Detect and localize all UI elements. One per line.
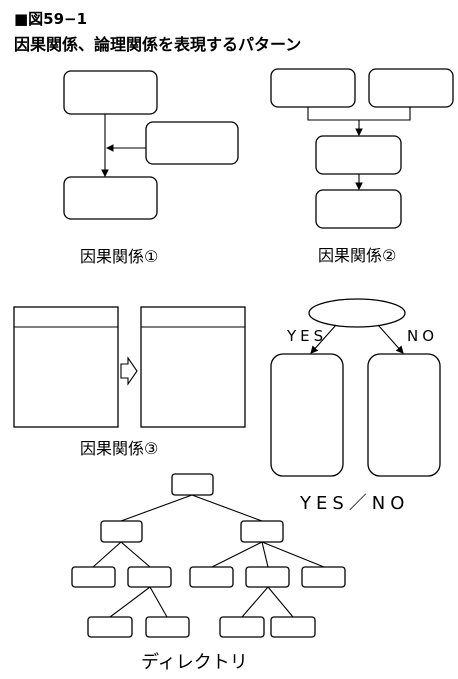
tree-root-node [171,473,214,496]
caption-cause-3: 因果関係③ [80,439,159,458]
yes-result-box [270,353,344,477]
cause2-right-box [368,68,454,108]
cause-relation-2-diagram [270,68,454,229]
yes-branch-label: YES [287,327,328,345]
tree-node [127,566,172,588]
tree-node [301,566,346,588]
caption-directory: ディレクトリ [141,652,248,673]
caption-cause-2: 因果関係② [318,246,397,265]
caption-yes-no: YES／NO [300,493,410,514]
cause3-right-panel [140,306,246,428]
cause1-top-box [63,70,158,115]
decision-ellipse [308,298,406,328]
tree-node [240,520,284,543]
tree-node [189,566,234,588]
cause2-merge-line [307,107,411,121]
no-branch-arrow [377,324,404,354]
cause2-bottom-box [315,189,402,229]
diagram-canvas [13,68,454,638]
no-result-box [367,353,441,477]
tree-edge [120,494,193,522]
tree-edge [120,541,151,568]
tree-edge [149,586,168,618]
tree-edge [191,494,263,522]
tree-edge [109,586,151,618]
cause-relation-3-diagram [13,306,246,428]
tree-node [100,520,143,543]
cause3-transition-arrow [120,356,138,386]
cause1-side-box [145,121,239,165]
tree-node [219,616,265,638]
tree-node [87,616,133,638]
tree-edge [261,541,269,568]
tree-node [71,566,116,588]
cause2-left-box [270,68,356,108]
cause1-bottom-box [63,176,158,220]
cause2-middle-box [315,135,402,175]
tree-edge [267,586,294,618]
caption-cause-1: 因果関係① [80,247,159,266]
tree-node [145,616,190,638]
tree-edge [92,541,122,568]
tree-edge [241,586,269,618]
tree-node [270,616,316,638]
cause3-left-panel [13,306,119,428]
no-branch-label: NO [407,327,439,345]
tree-edge [211,541,263,568]
yes-no-diagram [270,298,441,477]
cause-relation-1-diagram [63,70,239,220]
tree-node [245,566,290,588]
tree-edge [261,541,325,568]
